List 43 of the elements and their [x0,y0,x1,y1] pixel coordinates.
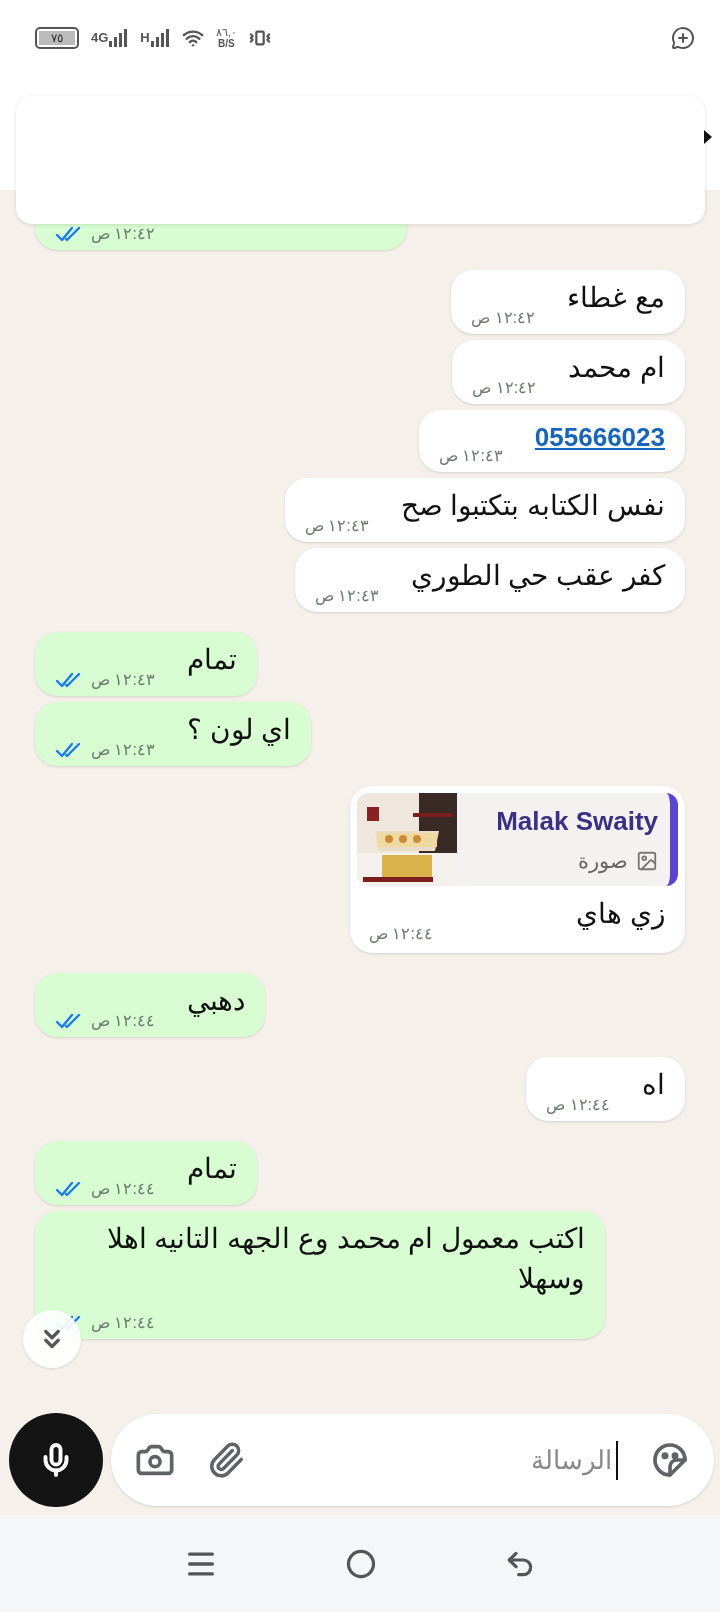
message-text: ام محمد [568,351,665,386]
message-time: ١٢:٤٣ ص [91,670,155,691]
message-time: ١٢:٤٢ ص [471,308,536,329]
signal-icon [149,28,170,48]
sticker-icon[interactable] [650,1440,690,1480]
wifi-icon [181,27,204,49]
speed-unit: B/S [217,38,235,50]
signal-icon [108,28,129,48]
message-time: ١٢:٤٤ ص [91,1313,155,1334]
chat-add-icon [671,26,695,50]
message-text: كفر عقب حي الطوري [410,559,665,594]
message-text: اي لون ؟ [186,713,292,748]
message-time: ١٢:٤٢ ص [91,224,155,245]
battery-level: ٧٥ [39,31,75,45]
quote-author: Malak Swaity [495,805,658,839]
message-text: تمام [186,1152,237,1187]
message-time: ١٢:٤٤ ص [91,1011,155,1032]
message-time: ١٢:٤٤ ص [369,924,433,945]
message-time: ١٢:٤٣ ص [438,446,503,467]
message-text: دهبي [186,984,245,1019]
phone-link[interactable]: 055666023 [534,418,665,468]
message-field[interactable]: الرسالة [277,1440,618,1480]
message-text: اكتب معمول ام محمد وع الجهه التانيه اهلا وسهلا [105,1222,585,1297]
message-time: ١٢:٤٤ ص [546,1095,610,1116]
message-text: تمام [186,643,237,678]
message-text: مع غطاء [567,281,665,316]
network-label: 4G [91,29,109,47]
scroll-down-button[interactable] [23,1310,81,1368]
message-text: زي هاي [576,897,666,932]
message-time: ١٢:٤٣ ص [304,516,369,537]
message-text: نفس الكتابه بتكتبوا صح [400,489,665,524]
speed-value: ٨٦,٠ [215,26,237,38]
image-icon [636,850,658,872]
message-time: ١٢:٤٣ ص [91,740,155,761]
message-time: ١٢:٤٢ ص [472,378,537,399]
home-icon[interactable] [346,1548,376,1579]
message-text: اه [642,1068,665,1102]
message-time: ١٢:٤٣ ص [314,586,379,607]
quote-label: صورة [578,848,628,876]
network-label: H [140,29,150,47]
vibrate-icon [248,27,271,49]
paperclip-icon[interactable] [207,1441,245,1479]
message-time: ١٢:٤٤ ص [91,1179,155,1200]
